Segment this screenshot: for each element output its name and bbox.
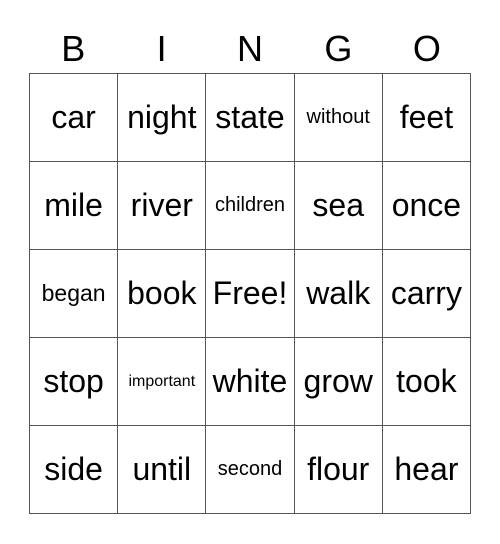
bingo-cell[interactable]: flour [294,426,383,514]
header-letter-g: G [324,28,353,69]
free-space-cell[interactable]: Free! [206,250,295,338]
bingo-cell[interactable]: hear [382,426,471,514]
header-letter-i: I [156,28,167,69]
bingo-cell[interactable]: side [30,426,119,514]
header-letter-b: B [61,28,86,69]
bingo-cell[interactable]: carry [382,250,471,338]
bingo-grid: car night state without feet mile river … [29,73,471,514]
bingo-cell[interactable]: second [206,426,295,514]
bingo-header: B I N G O [29,26,471,72]
header-letter-n: N [237,28,264,69]
bingo-cell[interactable]: state [206,74,295,162]
bingo-cell[interactable]: grow [294,338,383,426]
bingo-cell[interactable]: walk [294,250,383,338]
bingo-cell[interactable]: took [382,338,471,426]
bingo-cell[interactable]: white [206,338,295,426]
bingo-cell[interactable]: until [118,426,207,514]
bingo-cell[interactable]: important [118,338,207,426]
bingo-cell[interactable]: once [382,162,471,250]
bingo-cell[interactable]: feet [382,74,471,162]
bingo-cell[interactable]: without [294,74,383,162]
bingo-cell[interactable]: river [118,162,207,250]
bingo-cell[interactable]: began [30,250,119,338]
bingo-cell[interactable]: mile [30,162,119,250]
bingo-cell[interactable]: sea [294,162,383,250]
bingo-cell[interactable]: night [118,74,207,162]
bingo-cell[interactable]: car [30,74,119,162]
header-letter-o: O [412,28,441,69]
bingo-cell[interactable]: book [118,250,207,338]
bingo-cell[interactable]: children [206,162,295,250]
bingo-cell[interactable]: stop [30,338,119,426]
